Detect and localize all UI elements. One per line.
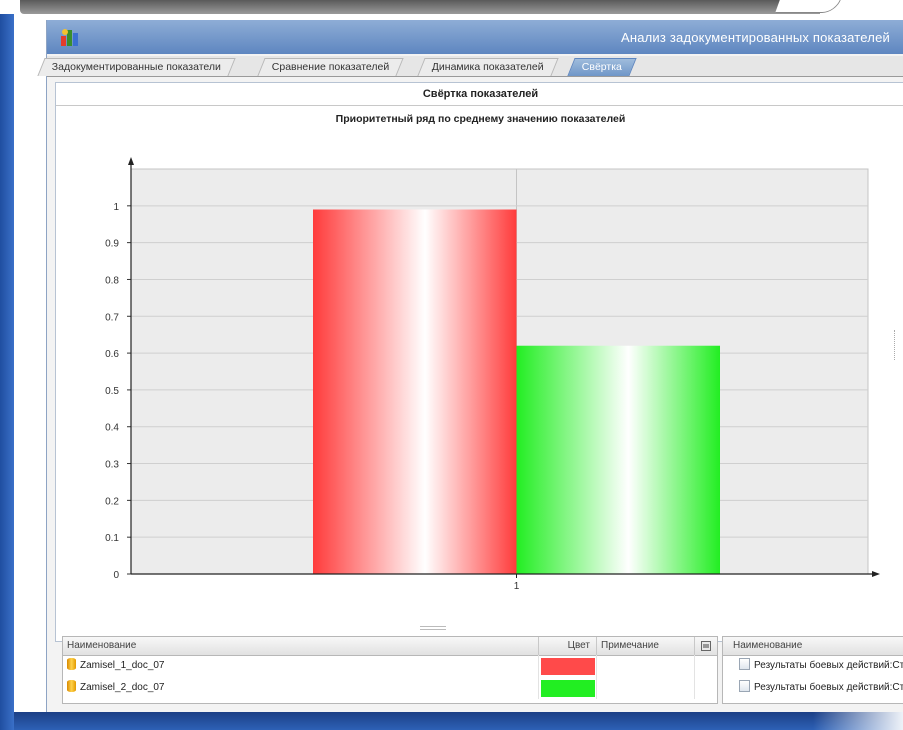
series-table-header: Наименование Цвет Примечание — [63, 637, 717, 656]
color-swatch[interactable] — [541, 658, 595, 675]
row-color-cell[interactable] — [539, 655, 597, 677]
column-name-header[interactable]: Наименование — [63, 637, 539, 655]
row-name-cell: Zamisel_1_doc_07 — [63, 655, 539, 677]
bar-chart: 0 0.1 0.2 0.3 0.4 0.5 0.6 0.7 0.8 0.9 1 1 — [105, 157, 880, 592]
row-name-cell: Zamisel_2_doc_07 — [63, 677, 539, 699]
tab-bar: Задокументированные показатели Сравнение… — [37, 56, 903, 77]
row-note-cell[interactable] — [597, 677, 695, 699]
bottom-bar — [14, 712, 903, 730]
y-tick-label: 0.2 — [105, 496, 119, 507]
indicators-table: Наименование Результаты боевых действий:… — [722, 636, 903, 704]
column-name-header[interactable]: Наименование — [723, 637, 903, 655]
row-color-cell[interactable] — [539, 677, 597, 699]
table-row[interactable]: Zamisel_1_doc_07 — [63, 655, 717, 677]
y-tick-label: 0.8 — [105, 275, 119, 286]
document-icon — [739, 658, 750, 670]
column-color-header[interactable]: Цвет — [539, 637, 597, 655]
left-accent-bar — [0, 0, 14, 730]
y-tick-label: 0.4 — [105, 423, 119, 434]
document-icon — [739, 680, 750, 692]
column-menu-icon[interactable] — [695, 637, 717, 655]
row-name-cell: Результаты боевых действий:Ст — [723, 655, 903, 677]
tab-dynamics-indicators[interactable]: Динамика показателей — [417, 58, 559, 76]
row-name-cell: Результаты боевых действий:Ст — [723, 677, 903, 699]
table-row[interactable]: Результаты боевых действий:Ст — [723, 655, 903, 677]
tab-convolution[interactable]: Свёртка — [567, 58, 637, 76]
panel-splitter[interactable] — [420, 626, 446, 630]
y-tick-label: 0.6 — [105, 349, 119, 360]
chart-panel: Свёртка показателей Приоритетный ряд по … — [55, 82, 903, 642]
table-row[interactable]: Результаты боевых действий:Ст — [723, 677, 903, 699]
color-swatch[interactable] — [541, 680, 595, 697]
indicators-table-header: Наименование — [723, 637, 903, 656]
window-title: Анализ задокументированных показателей — [620, 30, 890, 45]
y-tick-label: 0.9 — [105, 239, 119, 250]
database-icon — [67, 680, 76, 692]
y-tick-label: 1 — [113, 202, 119, 213]
tab-compare-indicators[interactable]: Сравнение показателей — [257, 58, 405, 76]
y-tick-label: 0.5 — [105, 386, 119, 397]
splitter-handle-right[interactable] — [894, 330, 899, 360]
top-band — [0, 0, 903, 14]
app-window: Анализ задокументированных показателей З… — [37, 20, 903, 712]
bar-series-1 — [313, 209, 517, 574]
tab-documented-indicators[interactable]: Задокументированные показатели — [37, 58, 236, 76]
y-tick-label: 0.7 — [105, 312, 119, 323]
row-note-cell[interactable] — [597, 655, 695, 677]
bar-series-2 — [516, 345, 720, 574]
panel-header: Свёртка показателей — [56, 83, 903, 106]
column-note-header[interactable]: Примечание — [597, 637, 695, 655]
app-logo-icon — [61, 29, 78, 46]
title-bar: Анализ задокументированных показателей — [47, 20, 903, 54]
table-row[interactable]: Zamisel_2_doc_07 — [63, 677, 717, 699]
x-axis-arrow — [872, 571, 880, 577]
series-table: Наименование Цвет Примечание Zamisel_1_d… — [62, 636, 718, 704]
database-icon — [67, 658, 76, 670]
y-tick-label: 0.1 — [105, 533, 119, 544]
y-tick-label: 0 — [113, 570, 119, 581]
y-axis-arrow — [128, 157, 134, 165]
x-tick-label: 1 — [514, 581, 520, 592]
y-tick-label: 0.3 — [105, 460, 119, 471]
